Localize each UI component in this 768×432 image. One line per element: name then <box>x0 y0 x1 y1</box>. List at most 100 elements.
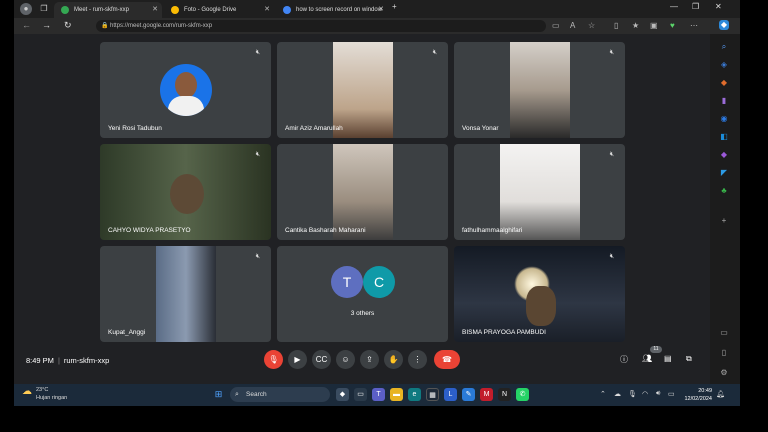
mic-off-icon: 🔇︎ <box>432 49 438 56</box>
search-label: Search <box>246 391 267 398</box>
url-text: https://meet.google.com/rum-skfm-xxp <box>110 23 213 29</box>
file-explorer-icon[interactable]: ▬ <box>390 388 403 401</box>
more-options-button[interactable]: ⋮ <box>408 350 427 369</box>
whatsapp-icon[interactable]: ✆ <box>516 388 529 401</box>
teams-icon[interactable]: T <box>372 388 385 401</box>
participant-video <box>526 286 556 326</box>
start-icon[interactable]: ⊞ <box>212 388 225 401</box>
mcafee-icon[interactable]: M <box>480 388 493 401</box>
new-tab-button[interactable]: + <box>392 2 397 11</box>
participant-tile[interactable]: 🔇︎ fathulhammaalghifari <box>454 144 625 240</box>
close-tab-icon[interactable]: ✕ <box>152 2 158 18</box>
camera-toggle-button[interactable]: ▶ <box>288 350 307 369</box>
forward-icon[interactable]: → <box>42 20 51 30</box>
tab-meet[interactable]: Meet - rum-skfm-xxp ✕ <box>54 2 162 18</box>
search-icon[interactable]: ⌕ <box>719 42 729 52</box>
capcut-icon[interactable]: N <box>498 388 511 401</box>
captions-button[interactable]: CC <box>312 350 331 369</box>
favorites-icon[interactable]: ★ <box>632 21 639 30</box>
participant-name: Amir Aziz Amarullah <box>285 125 343 132</box>
collections-icon[interactable]: ▣ <box>650 21 658 30</box>
emoji-button[interactable]: ☺ <box>336 350 355 369</box>
url-input[interactable]: 🔒 https://meet.google.com/rum-skfm-xxp <box>96 20 546 32</box>
back-icon[interactable]: ← <box>22 20 31 30</box>
add-sidebar-app-icon[interactable]: + <box>719 216 729 226</box>
mic-tray-icon[interactable]: 🎙︎ <box>628 390 637 398</box>
copilot-taskbar-icon[interactable]: ◆ <box>336 388 349 401</box>
chat-icon[interactable]: ▤ <box>664 354 672 363</box>
present-button[interactable]: ⇪ <box>360 350 379 369</box>
tab-title: Meet - rum-skfm-xxp <box>74 7 130 13</box>
wifi-icon[interactable]: ◠ <box>642 390 648 398</box>
favorite-star-icon[interactable]: ☆ <box>588 21 595 30</box>
participant-video <box>510 42 570 138</box>
windows-taskbar: ☁ 23°C Hujan ringan ⊞ ⌕ Search ◆ ▭ T ▬ e… <box>14 384 740 406</box>
edge-icon[interactable]: e <box>408 388 421 401</box>
drop-icon[interactable]: ◤ <box>719 168 729 178</box>
settings-icon[interactable]: ⚙ <box>719 368 729 378</box>
maximize-icon[interactable]: ❐ <box>692 2 699 11</box>
microsoft365-icon[interactable]: ◉ <box>719 114 729 124</box>
activities-icon[interactable]: ⧉ <box>686 354 692 364</box>
participant-tile[interactable]: 🔇︎ CAHYO WIDYA PRASETYO <box>100 144 271 240</box>
taskbar-clock[interactable]: 20:49 12/02/2024 <box>674 387 712 403</box>
raise-hand-button[interactable]: ✋ <box>384 350 403 369</box>
leave-call-button[interactable]: ☎ <box>434 350 460 369</box>
split-screen-icon[interactable]: ▯ <box>614 21 618 30</box>
meeting-time: 8:49 PM <box>26 356 54 365</box>
participant-tile[interactable]: 🔇︎ BISMA PRAYOGA PAMBUDI <box>454 246 625 342</box>
close-tab-icon[interactable]: ✕ <box>378 2 384 18</box>
others-label: 3 others <box>350 310 375 317</box>
onedrive-icon[interactable]: ☁ <box>614 390 621 398</box>
avatar: C <box>363 266 395 298</box>
l-app-icon[interactable]: L <box>444 388 457 401</box>
participant-tile[interactable]: Cantika Basharah Maharani <box>277 144 448 240</box>
participant-name: fathulhammaalghifari <box>462 227 523 234</box>
tray-overflow-icon[interactable]: ⌃ <box>600 390 606 398</box>
close-tab-icon[interactable]: ✕ <box>264 2 270 18</box>
pen-app-icon[interactable]: ✎ <box>462 388 475 401</box>
address-bar-row: ← → ↻ 🔒 https://meet.google.com/rum-skfm… <box>14 18 740 34</box>
mic-toggle-button[interactable]: 🎙︎ <box>264 350 283 369</box>
workspaces-icon[interactable]: ❐ <box>38 3 50 15</box>
outlook-icon[interactable]: ◧ <box>719 132 729 142</box>
shopping-icon[interactable]: ◈ <box>719 60 729 70</box>
volume-icon[interactable]: 🔊︎ <box>656 390 660 398</box>
others-tile[interactable]: T C 3 others <box>277 246 448 342</box>
copilot-icon[interactable]: ◆ <box>719 20 729 30</box>
participant-video <box>333 144 393 240</box>
participant-video <box>156 246 216 342</box>
sidebar-layout-icon[interactable]: ▯ <box>719 348 729 358</box>
store-icon[interactable]: ▦ <box>426 388 439 401</box>
profile-icon[interactable]: ● <box>20 3 32 15</box>
weather-widget[interactable]: ☁ 23°C Hujan ringan <box>22 386 67 402</box>
meeting-details-icon[interactable]: ⓘ <box>620 354 628 365</box>
participant-tile[interactable]: 🔇︎ Kupat_Anggi <box>100 246 271 342</box>
camera-permission-icon[interactable]: ▭ <box>552 21 560 30</box>
tools-icon[interactable]: ◆ <box>719 78 729 88</box>
minimize-icon[interactable]: — <box>670 2 678 11</box>
taskbar-search[interactable]: ⌕ Search <box>230 387 330 402</box>
read-aloud-icon[interactable]: A <box>570 21 575 30</box>
notification-icon[interactable]: 🔔︎ <box>716 390 725 398</box>
participant-name: Vonsa Yonar <box>462 125 499 132</box>
participant-video <box>500 144 580 240</box>
tree-icon[interactable]: ♣ <box>719 186 729 196</box>
people-icon[interactable]: 👥︎ <box>642 354 652 363</box>
refresh-icon[interactable]: ↻ <box>64 20 72 31</box>
designer-icon[interactable]: ◆ <box>719 150 729 160</box>
weather-desc: Hujan ringan <box>36 395 68 401</box>
participant-tile[interactable]: 🔇︎ Amir Aziz Amarullah <box>277 42 448 138</box>
browser-essentials-icon[interactable]: ♥ <box>670 21 675 30</box>
participant-tile[interactable]: 🔇︎ Vonsa Yonar <box>454 42 625 138</box>
task-view-icon[interactable]: ▭ <box>354 388 367 401</box>
games-icon[interactable]: ▮ <box>719 96 729 106</box>
more-menu-icon[interactable]: ⋯ <box>690 21 698 30</box>
tab-title: Foto - Google Drive <box>184 7 237 13</box>
participant-name: Kupat_Anggi <box>108 329 146 336</box>
tab-search[interactable]: how to screen record on window ✕ <box>276 2 388 18</box>
close-window-icon[interactable]: ✕ <box>715 2 722 11</box>
screenshot-icon[interactable]: ▭ <box>719 328 729 338</box>
tab-drive[interactable]: Foto - Google Drive ✕ <box>164 2 274 18</box>
participant-tile[interactable]: 🔇︎ Yeni Rosi Tadubun <box>100 42 271 138</box>
